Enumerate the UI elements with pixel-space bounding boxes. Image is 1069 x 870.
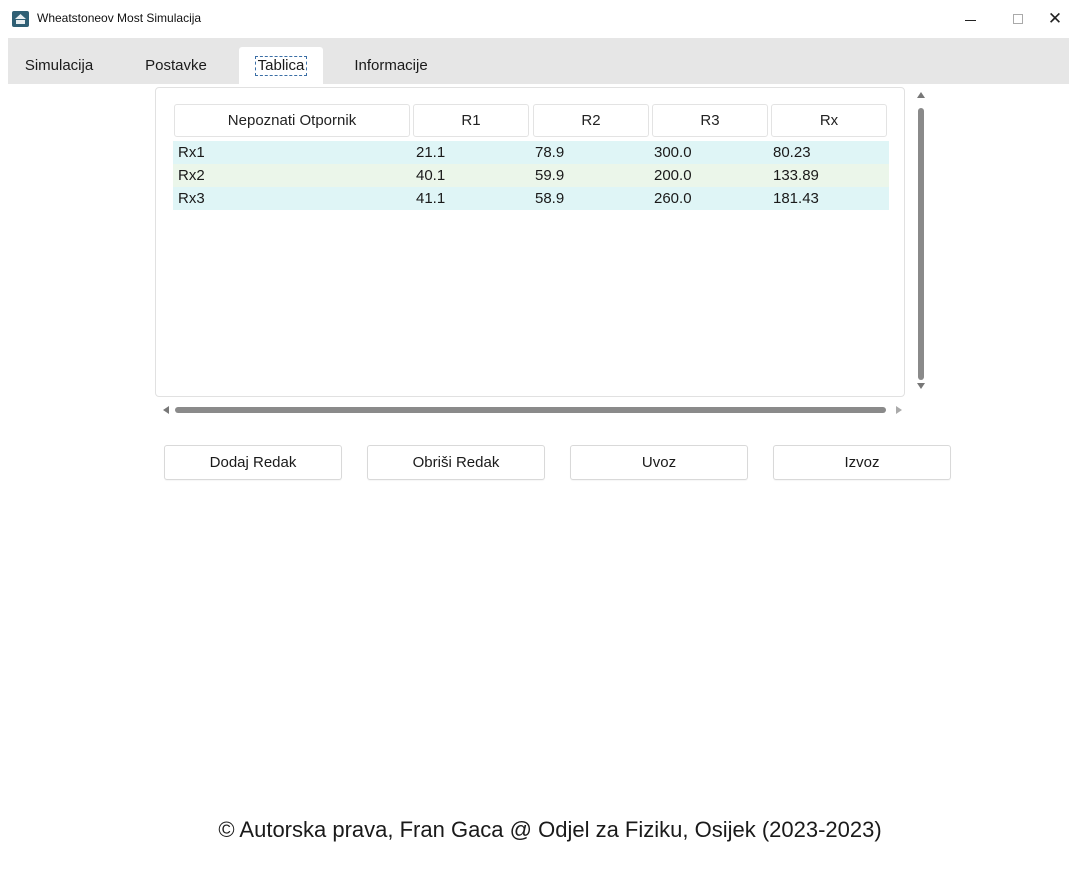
- tab-postavke[interactable]: Postavke: [128, 47, 224, 84]
- tab-label: Simulacija: [24, 57, 94, 74]
- scroll-up-icon[interactable]: [917, 92, 925, 98]
- minimize-icon: [964, 19, 976, 21]
- horizontal-scrollbar[interactable]: [160, 401, 910, 417]
- scroll-right-icon[interactable]: [896, 406, 902, 414]
- scroll-down-icon[interactable]: [917, 383, 925, 389]
- close-button[interactable]: ✕: [1035, 0, 1069, 38]
- delete-row-button[interactable]: Obriši Redak: [367, 445, 545, 480]
- table-cell: 21.1: [416, 144, 446, 161]
- table-cell: 78.9: [535, 144, 565, 161]
- table-cell: 133.89: [773, 167, 819, 184]
- window-title: Wheatstoneov Most Simulacija: [37, 11, 202, 25]
- table-cell: 41.1: [416, 190, 446, 207]
- table-row[interactable]: Rx2 40.1 59.9 200.0 133.89: [173, 164, 889, 187]
- table-row[interactable]: Rx3 41.1 58.9 260.0 181.43: [173, 187, 889, 210]
- table-cell: 300.0: [654, 144, 692, 161]
- tab-label: Postavke: [145, 57, 207, 74]
- table-cell: Rx2: [178, 167, 205, 184]
- tab-informacije[interactable]: Informacije: [338, 47, 444, 84]
- title-bar: Wheatstoneov Most Simulacija ✕: [0, 0, 1069, 38]
- table-cell: Rx3: [178, 190, 205, 207]
- vertical-scroll-thumb[interactable]: [918, 108, 924, 380]
- tab-label: Tablica: [254, 55, 308, 76]
- tab-bar: Simulacija Postavke Tablica Informacije: [8, 38, 1069, 84]
- add-row-button[interactable]: Dodaj Redak: [164, 445, 342, 480]
- table-cell: 260.0: [654, 190, 692, 207]
- vertical-scrollbar[interactable]: [913, 88, 929, 393]
- table-cell: 80.23: [773, 144, 811, 161]
- table-cell: 200.0: [654, 167, 692, 184]
- table-cell: 40.1: [416, 167, 446, 184]
- close-icon: ✕: [1047, 8, 1063, 29]
- column-header-r2[interactable]: R2: [533, 104, 649, 137]
- maximize-button[interactable]: [998, 0, 1038, 38]
- column-header-r1[interactable]: R1: [413, 104, 529, 137]
- column-header-r3[interactable]: R3: [652, 104, 768, 137]
- tab-simulacija[interactable]: Simulacija: [8, 47, 110, 84]
- tab-label: Informacije: [354, 57, 428, 74]
- import-button[interactable]: Uvoz: [570, 445, 748, 480]
- copyright-footer: © Autorska prava, Fran Gaca @ Odjel za F…: [218, 817, 882, 842]
- minimize-button[interactable]: [950, 0, 990, 38]
- tab-tablica[interactable]: Tablica: [239, 47, 323, 84]
- column-header-nepoznati-otpornik[interactable]: Nepoznati Otpornik: [174, 104, 410, 137]
- table-cell: Rx1: [178, 144, 205, 161]
- scroll-left-icon[interactable]: [163, 406, 169, 414]
- table-cell: 181.43: [773, 190, 819, 207]
- table-row[interactable]: Rx1 21.1 78.9 300.0 80.23: [173, 141, 889, 164]
- maximize-icon: [1013, 14, 1023, 24]
- horizontal-scroll-thumb[interactable]: [175, 407, 886, 413]
- app-icon: [12, 11, 29, 27]
- column-header-rx[interactable]: Rx: [771, 104, 887, 137]
- table-cell: 58.9: [535, 190, 565, 207]
- table-cell: 59.9: [535, 167, 565, 184]
- export-button[interactable]: Izvoz: [773, 445, 951, 480]
